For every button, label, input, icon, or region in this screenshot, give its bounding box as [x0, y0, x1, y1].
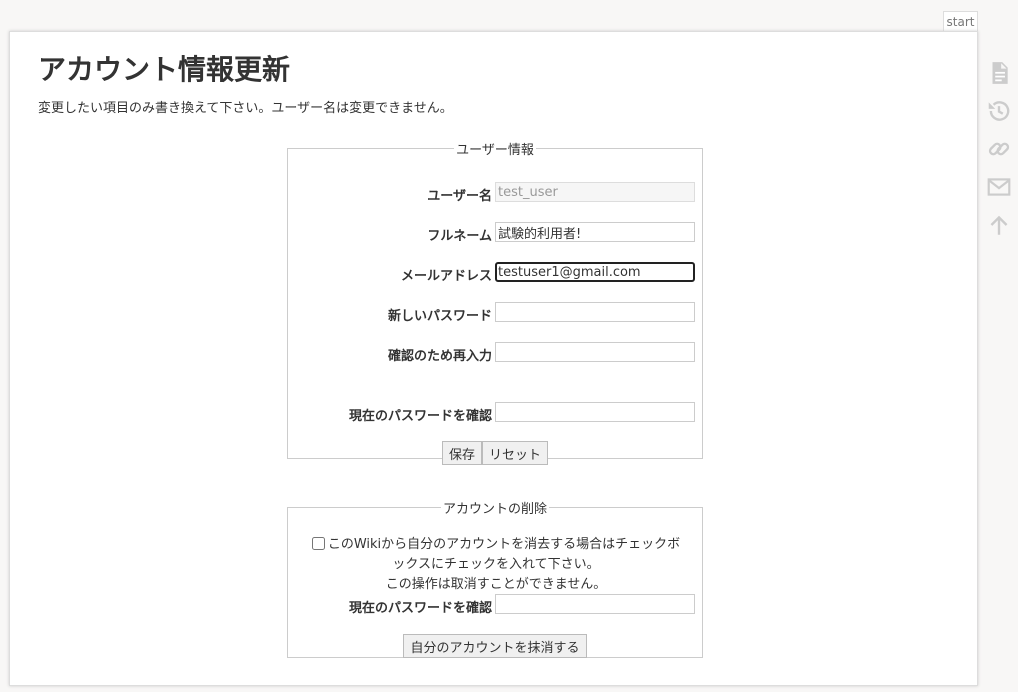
confirm-password-field[interactable] — [495, 342, 695, 362]
page-tools — [986, 60, 1012, 250]
main-page: アカウント情報更新 変更したい項目のみ書き換えて下さい。ユーザー名は変更できませ… — [9, 31, 978, 686]
new-password-label: 新しいパスワード — [387, 309, 492, 324]
save-button[interactable]: 保存 — [441, 441, 482, 465]
user-info-fieldset: ユーザー情報 ユーザー名 フルネーム メールアドレス 新しいパスワード 確認のた… — [287, 139, 703, 465]
page-tab-start[interactable]: start — [943, 11, 978, 31]
confirm-password-row: 確認のため再入力 — [288, 342, 702, 364]
new-password-row: 新しいパスワード — [288, 302, 702, 324]
delete-confirm-block: このWikiから自分のアカウントを消去する場合はチェックボ ックスにチェックを入… — [296, 535, 696, 595]
username-row: ユーザー名 — [288, 182, 702, 204]
username-field — [495, 182, 695, 202]
current-password-label: 現在のパスワードを確認 — [348, 409, 492, 424]
mail-icon[interactable] — [986, 174, 1012, 200]
delete-current-password-label: 現在のパスワードを確認 — [348, 601, 492, 616]
arrow-up-icon[interactable] — [986, 212, 1012, 238]
delete-warning-text: この操作は取消すことができません。 — [385, 577, 607, 592]
username-label: ユーザー名 — [427, 189, 492, 204]
delete-account-fieldset: アカウントの削除 このWikiから自分のアカウントを消去する場合はチェックボ ッ… — [287, 498, 703, 658]
delete-checkbox-text-1: このWikiから自分のアカウントを消去する場合はチェックボ — [327, 537, 681, 552]
current-password-row: 現在のパスワードを確認 — [288, 402, 702, 424]
delete-checkbox-text-2: ックスにチェックを入れて下さい。 — [392, 557, 600, 572]
intro-text: 変更したい項目のみ書き換えて下さい。ユーザー名は変更できません。 — [38, 101, 453, 116]
reset-button[interactable]: リセット — [482, 441, 549, 465]
confirm-password-label: 確認のため再入力 — [387, 349, 492, 364]
history-icon[interactable] — [986, 98, 1012, 124]
new-password-field[interactable] — [495, 302, 695, 322]
email-row: メールアドレス — [288, 262, 702, 284]
current-password-field[interactable] — [495, 402, 695, 422]
delete-checkbox-line: このWikiから自分のアカウントを消去する場合はチェックボ — [296, 535, 696, 555]
user-info-buttons: 保存 リセット — [288, 441, 702, 465]
delete-current-password-row: 現在のパスワードを確認 — [288, 594, 702, 616]
delete-buttons: 自分のアカウントを抹消する — [288, 634, 702, 658]
fullname-field[interactable] — [495, 222, 695, 242]
delete-account-button[interactable]: 自分のアカウントを抹消する — [403, 634, 587, 658]
fullname-row: フルネーム — [288, 222, 702, 244]
fullname-label: フルネーム — [427, 229, 492, 244]
delete-account-legend: アカウントの削除 — [442, 502, 547, 517]
document-icon[interactable] — [986, 60, 1012, 86]
delete-current-password-field[interactable] — [495, 594, 695, 614]
delete-confirm-checkbox[interactable] — [311, 537, 325, 550]
page-title: アカウント情報更新 — [38, 53, 291, 86]
link-icon[interactable] — [986, 136, 1012, 162]
email-field[interactable] — [495, 262, 695, 282]
user-info-legend: ユーザー情報 — [456, 143, 534, 158]
email-label: メールアドレス — [400, 269, 492, 284]
